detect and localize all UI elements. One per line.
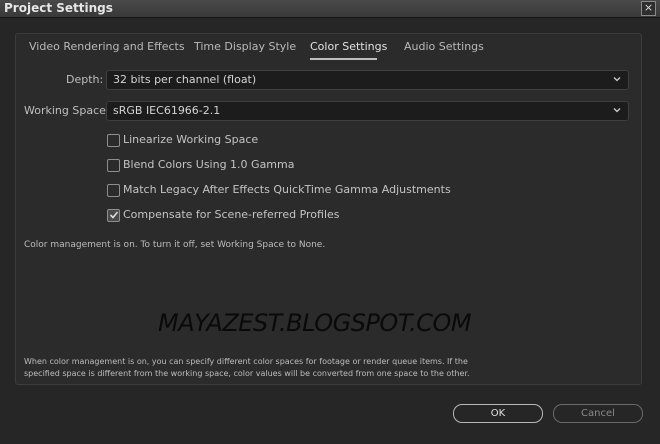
- close-button[interactable]: ×: [641, 1, 656, 16]
- depth-value: 32 bits per channel (float): [113, 73, 257, 86]
- working-space-label: Working Space:: [24, 104, 110, 117]
- match-legacy-checkbox[interactable]: [107, 184, 120, 197]
- working-space-dropdown[interactable]: sRGB IEC61966-2.1: [106, 101, 629, 121]
- linearize-label: Linearize Working Space: [123, 133, 259, 146]
- tab-audio-settings[interactable]: Audio Settings: [404, 40, 484, 53]
- active-tab-indicator: [310, 58, 377, 60]
- tab-color-settings[interactable]: Color Settings: [310, 40, 387, 53]
- working-space-value: sRGB IEC61966-2.1: [113, 104, 221, 117]
- cancel-button[interactable]: Cancel: [553, 404, 643, 423]
- tab-video-rendering[interactable]: Video Rendering and Effects: [29, 40, 185, 53]
- compensate-label: Compensate for Scene-referred Profiles: [123, 208, 340, 221]
- blend-colors-label: Blend Colors Using 1.0 Gamma: [123, 158, 295, 171]
- window-title: Project Settings: [4, 1, 113, 15]
- color-management-description: When color management is on, you can spe…: [24, 357, 470, 378]
- ok-button[interactable]: OK: [453, 404, 543, 423]
- chevron-down-icon: [613, 77, 621, 82]
- color-management-status: Color management is on. To turn it off, …: [24, 240, 326, 250]
- linearize-checkbox[interactable]: [107, 134, 120, 147]
- match-legacy-label: Match Legacy After Effects QuickTime Gam…: [123, 183, 451, 196]
- title-bar: Project Settings ×: [0, 0, 660, 18]
- compensate-checkbox[interactable]: [107, 209, 120, 222]
- watermark-text: MAYAZEST.BLOGSPOT.COM: [158, 309, 472, 337]
- close-icon[interactable]: ×: [644, 1, 653, 14]
- depth-dropdown[interactable]: 32 bits per channel (float): [106, 70, 629, 90]
- tab-time-display-style[interactable]: Time Display Style: [194, 40, 296, 53]
- depth-label: Depth:: [66, 73, 104, 86]
- check-icon: [109, 211, 119, 219]
- chevron-down-icon: [613, 108, 621, 113]
- blend-colors-checkbox[interactable]: [107, 159, 120, 172]
